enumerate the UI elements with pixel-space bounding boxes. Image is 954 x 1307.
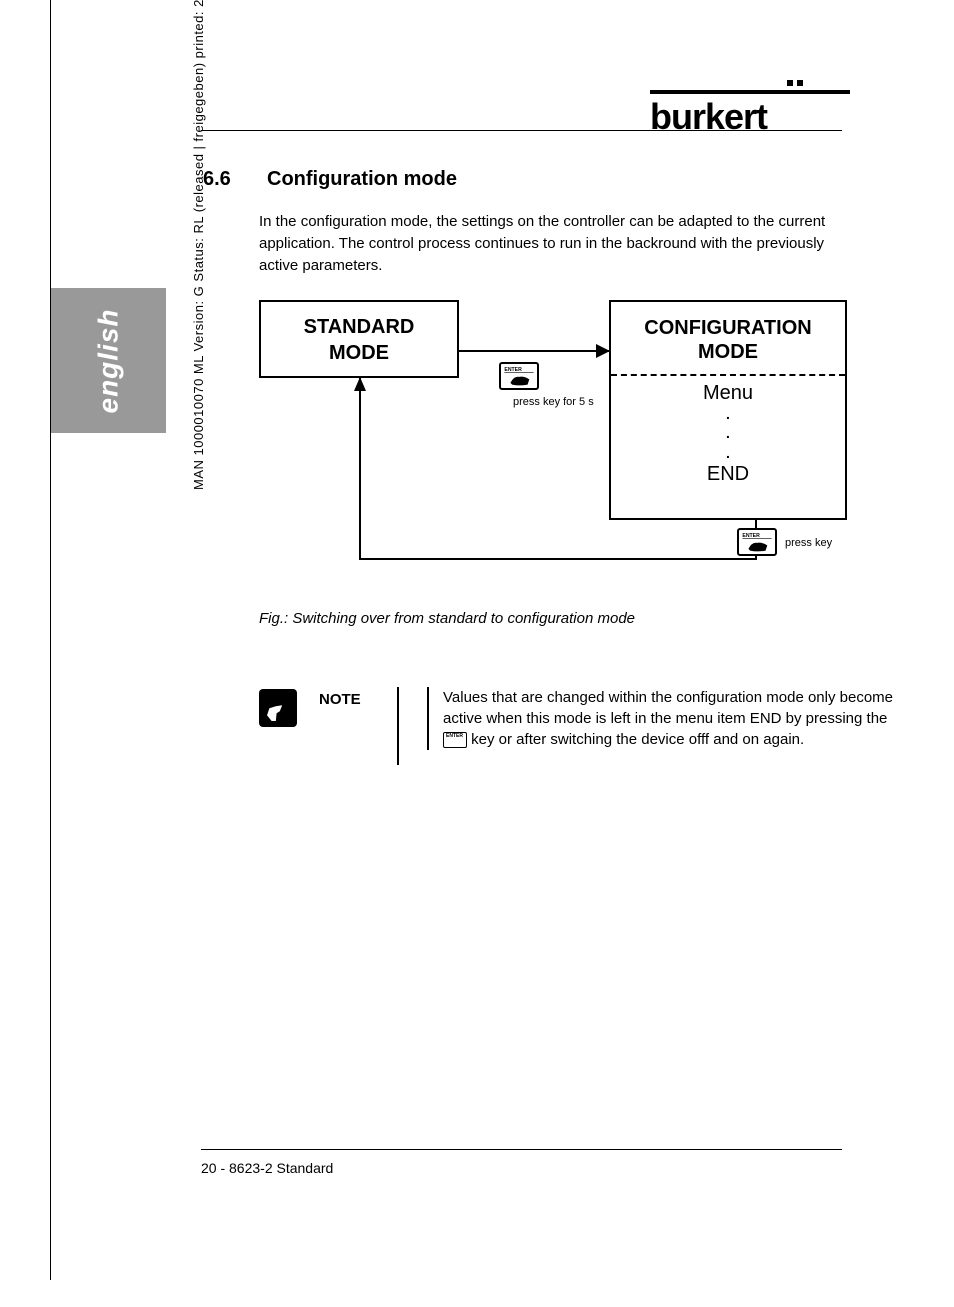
menu-ellipsis: ... [611, 405, 845, 463]
configuration-mode-box: CONFIGURATION MODE Menu ... END [609, 300, 847, 520]
section-number: 6.6 [203, 168, 243, 191]
enter-key-icon: ENTER [737, 528, 777, 556]
return-line-h [359, 558, 757, 560]
language-label: english [92, 308, 124, 413]
standard-line1: STANDARD [261, 314, 457, 340]
note-bar [397, 687, 405, 765]
figure-caption: Fig.: Switching over from standard to co… [259, 610, 903, 627]
note-hand-icon [259, 689, 297, 727]
intro-paragraph: In the configuration mode, the settings … [259, 211, 859, 276]
menu-label: Menu [611, 382, 845, 405]
press-5s-label: press key for 5 s [513, 396, 594, 408]
end-label: END [611, 463, 845, 486]
svg-text:ENTER: ENTER [504, 367, 522, 373]
standard-line2: MODE [261, 340, 457, 366]
page-footer: 20 - 8623-2 Standard [201, 1160, 333, 1176]
config-line1: CONFIGURATION [615, 316, 841, 340]
language-tab: english [51, 288, 166, 433]
footer-rule [201, 1149, 842, 1150]
header-rule [201, 130, 842, 131]
note-text: Values that are changed within the confi… [443, 687, 893, 750]
enter-key-icon: ENTER [499, 362, 539, 390]
press-key-label: press key [785, 537, 832, 549]
arrow-to-config [459, 350, 609, 352]
logo-text: burkert [650, 96, 850, 138]
enter-key-icon: ENTER [443, 732, 467, 748]
svg-text:ENTER: ENTER [742, 533, 760, 539]
standard-mode-box: STANDARD MODE [259, 300, 459, 378]
section-title: Configuration mode [267, 168, 457, 191]
config-line2: MODE [615, 340, 841, 364]
return-arrow-v [359, 378, 361, 560]
mode-diagram: STANDARD MODE ENTER press key for 5 s CO… [259, 300, 849, 570]
note-label: NOTE [319, 687, 375, 708]
